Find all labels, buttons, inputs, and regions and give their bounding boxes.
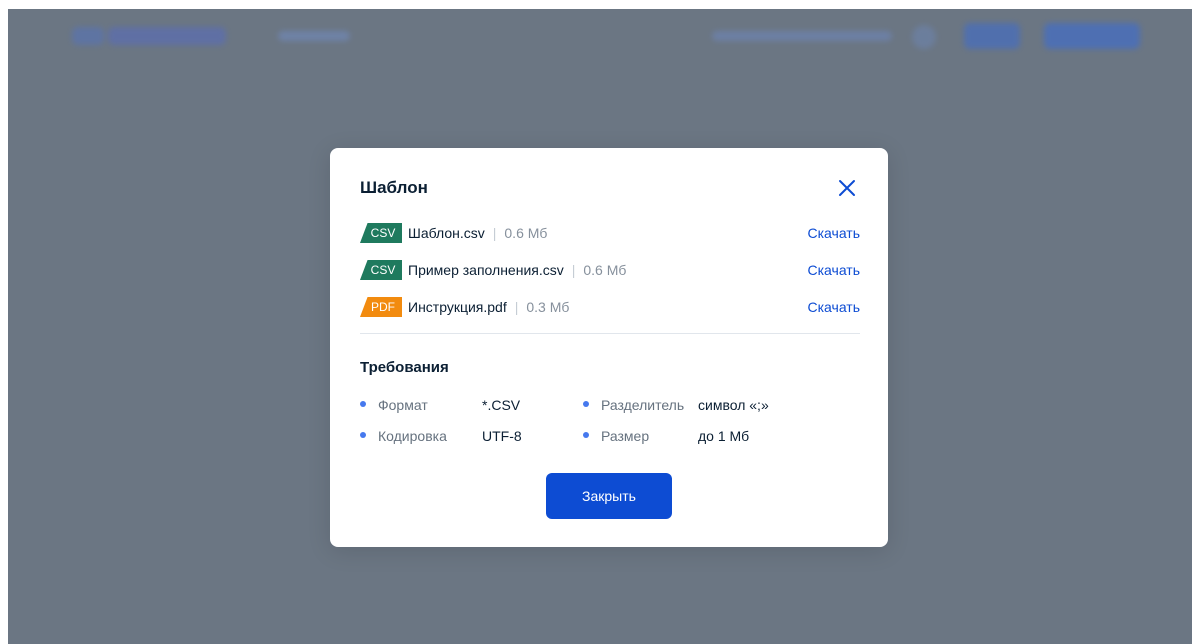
download-link-instruction[interactable]: Скачать — [808, 296, 861, 318]
blurred-header-link — [712, 31, 892, 41]
page-backdrop: Шаблон CSV Шаблон.csv | 0.6 Мб Скачать C… — [8, 9, 1192, 644]
requirement-value: до 1 Мб — [698, 428, 750, 444]
close-button[interactable] — [836, 177, 858, 199]
file-separator: | — [492, 225, 497, 241]
blurred-logo-wordmark — [108, 27, 226, 45]
file-name: Шаблон.csv — [408, 225, 485, 241]
blurred-nav-item — [278, 31, 350, 41]
file-name: Инструкция.pdf — [408, 299, 507, 315]
csv-file-icon: CSV — [360, 223, 402, 243]
download-link-template[interactable]: Скачать — [808, 222, 861, 244]
bullet-icon — [360, 432, 366, 438]
file-list: CSV Шаблон.csv | 0.6 Мб Скачать CSV Прим… — [360, 222, 860, 333]
file-name: Пример заполнения.csv — [408, 262, 564, 278]
blurred-header-button — [964, 23, 1020, 49]
requirement-label: Разделитель — [601, 397, 685, 413]
file-row: CSV Пример заполнения.csv | 0.6 Мб Скача… — [360, 259, 860, 296]
requirement-value: UTF-8 — [482, 428, 522, 444]
requirement-label: Размер — [601, 428, 650, 444]
pdf-file-icon: PDF — [360, 297, 402, 317]
file-size: 0.6 Мб — [583, 262, 627, 278]
requirement-value: символ «;» — [698, 397, 769, 413]
template-modal: Шаблон CSV Шаблон.csv | 0.6 Мб Скачать C… — [330, 148, 888, 547]
requirements-title: Требования — [360, 359, 449, 376]
csv-file-icon: CSV — [360, 260, 402, 280]
download-link-example[interactable]: Скачать — [808, 259, 861, 281]
bullet-icon — [583, 432, 589, 438]
file-separator: | — [571, 262, 576, 278]
file-row: PDF Инструкция.pdf | 0.3 Мб Скачать — [360, 296, 860, 333]
file-size: 0.3 Мб — [526, 299, 570, 315]
section-divider — [360, 333, 860, 334]
bullet-icon — [583, 401, 589, 407]
blurred-logo-emblem — [72, 27, 104, 45]
blurred-avatar — [912, 25, 936, 49]
modal-title: Шаблон — [360, 178, 428, 197]
file-row: CSV Шаблон.csv | 0.6 Мб Скачать — [360, 222, 860, 259]
close-modal-button[interactable]: Закрыть — [546, 473, 672, 519]
blurred-header — [8, 9, 1192, 65]
requirement-value: *.CSV — [482, 397, 521, 413]
blurred-header-button-secondary — [1044, 23, 1140, 49]
requirement-label: Формат — [378, 397, 428, 413]
file-size: 0.6 Мб — [504, 225, 548, 241]
close-icon — [839, 180, 855, 196]
file-separator: | — [514, 299, 519, 315]
requirement-label: Кодировка — [378, 428, 447, 444]
bullet-icon — [360, 401, 366, 407]
